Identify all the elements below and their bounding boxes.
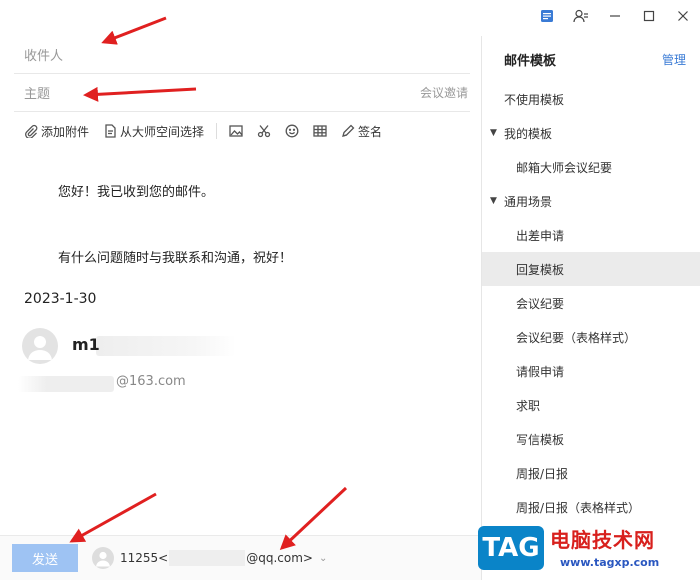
chevron-down-icon[interactable]: ⌄	[319, 553, 327, 564]
image-icon	[229, 124, 243, 138]
panel-header: 邮件模板 管理	[482, 36, 700, 82]
template-group[interactable]: ▼ 我的模板	[482, 116, 700, 150]
sender-avatar	[92, 547, 114, 569]
template-item-label: 不使用模板	[504, 92, 565, 107]
signature-label: 签名	[358, 124, 383, 139]
toolbar-divider	[216, 123, 218, 139]
from-space-label: 从大师空间选择	[120, 124, 205, 139]
template-item-label: 写信模板	[516, 432, 565, 447]
template-item[interactable]: 回复模板	[482, 252, 700, 286]
subject-field[interactable]: 主题 会议邀请	[14, 74, 470, 112]
emoji-button[interactable]	[279, 118, 305, 144]
recipient-placeholder: 收件人	[24, 49, 64, 64]
panel-title: 邮件模板	[504, 53, 557, 69]
attach-button[interactable]: 添加附件	[18, 118, 95, 144]
template-item-label: 会议纪要	[516, 296, 565, 311]
screenshot-button[interactable]	[251, 118, 277, 144]
subject-placeholder: 主题	[24, 87, 51, 102]
template-item[interactable]: 不使用模板	[482, 82, 700, 116]
close-icon[interactable]	[666, 0, 700, 32]
template-item[interactable]: 请假申请	[482, 354, 700, 388]
template-item-label: 邮箱大师会议纪要	[516, 160, 613, 175]
closing-text: 有什么问题随时与我联系和沟通，祝好！	[58, 251, 293, 266]
minimize-icon[interactable]	[598, 0, 632, 32]
sender-selector[interactable]: 11255< @qq.com> ⌄	[120, 550, 327, 566]
template-item[interactable]: 会议纪要（表格样式）	[482, 320, 700, 354]
insert-image-button[interactable]	[223, 118, 249, 144]
scissors-icon	[257, 124, 271, 138]
bottom-bar: 发送 11255< @qq.com> ⌄	[0, 535, 481, 580]
meeting-invite-link[interactable]: 会议邀请	[420, 84, 468, 101]
recipient-field[interactable]: 收件人	[14, 36, 470, 74]
template-item-label: 周报/日报（表格样式）	[516, 500, 641, 515]
watermark-site-name: 电脑技术网	[550, 528, 655, 552]
attach-label: 添加附件	[41, 124, 90, 139]
window-controls	[530, 0, 700, 32]
template-item[interactable]: 出差申请	[482, 218, 700, 252]
greeting-text: 您好！我已收到您的邮件。	[58, 185, 215, 200]
template-item[interactable]: 周报/日报	[482, 456, 700, 490]
signature-date: 2023-1-30	[24, 291, 97, 307]
signature-button[interactable]: 签名	[335, 118, 388, 144]
template-item-label: 出差申请	[516, 228, 565, 243]
watermark-logo: TAG	[478, 526, 544, 570]
sender-redacted	[169, 550, 246, 566]
caret-down-icon: ▼	[490, 196, 497, 206]
template-item-label: 请假申请	[516, 364, 565, 379]
caret-down-icon: ▼	[490, 128, 497, 138]
emoji-icon	[285, 124, 299, 138]
watermark: TAG 电脑技术网 www.tagxp.com	[468, 518, 700, 580]
manage-link[interactable]: 管理	[662, 51, 686, 68]
template-item[interactable]: 邮箱大师会议纪要	[482, 150, 700, 184]
template-item-label: 周报/日报	[516, 466, 569, 481]
send-button[interactable]: 发送	[12, 544, 78, 572]
template-item-label: 会议纪要（表格样式）	[516, 330, 637, 345]
from-space-button[interactable]: 从大师空间选择	[97, 118, 210, 144]
template-item-label: 回复模板	[516, 262, 565, 277]
template-item-label: 我的模板	[504, 126, 553, 141]
template-group[interactable]: ▼ 通用场景	[482, 184, 700, 218]
template-panel: 邮件模板 管理 不使用模板 ▼ 我的模板邮箱大师会议纪要 ▼ 通用场景出差申请回复模板会…	[481, 36, 700, 580]
compose-area: 收件人 主题 会议邀请 添加附件 从大师空间选择 签名 您好！我已收到您的邮件。…	[0, 0, 481, 580]
template-item-label: 通用场景	[504, 194, 553, 209]
signature-name: m1	[72, 335, 100, 354]
table-icon	[313, 124, 327, 138]
paperclip-icon	[24, 124, 38, 138]
watermark-url: www.tagxp.com	[560, 556, 660, 569]
template-item[interactable]: 求职	[482, 388, 700, 422]
pen-icon	[341, 124, 355, 138]
template-item[interactable]: 会议纪要	[482, 286, 700, 320]
sender-suffix: @qq.com>	[246, 551, 313, 565]
sender-prefix: 11255<	[120, 551, 169, 565]
signature-avatar	[22, 328, 58, 364]
maximize-icon[interactable]	[632, 0, 666, 32]
template-list: 不使用模板 ▼ 我的模板邮箱大师会议纪要 ▼ 通用场景出差申请回复模板会议纪要会议纪要（…	[482, 82, 700, 524]
contacts-icon[interactable]	[564, 0, 598, 32]
signature-email: @163.com	[116, 374, 186, 389]
signature-email-redacted	[18, 376, 114, 392]
template-item-label: 求职	[516, 398, 541, 413]
table-button[interactable]	[307, 118, 333, 144]
editor-toolbar: 添加附件 从大师空间选择 签名	[18, 118, 388, 144]
template-panel-icon[interactable]	[530, 0, 564, 32]
file-space-icon	[103, 124, 117, 138]
template-item[interactable]: 写信模板	[482, 422, 700, 456]
signature-name-redacted	[96, 336, 236, 356]
